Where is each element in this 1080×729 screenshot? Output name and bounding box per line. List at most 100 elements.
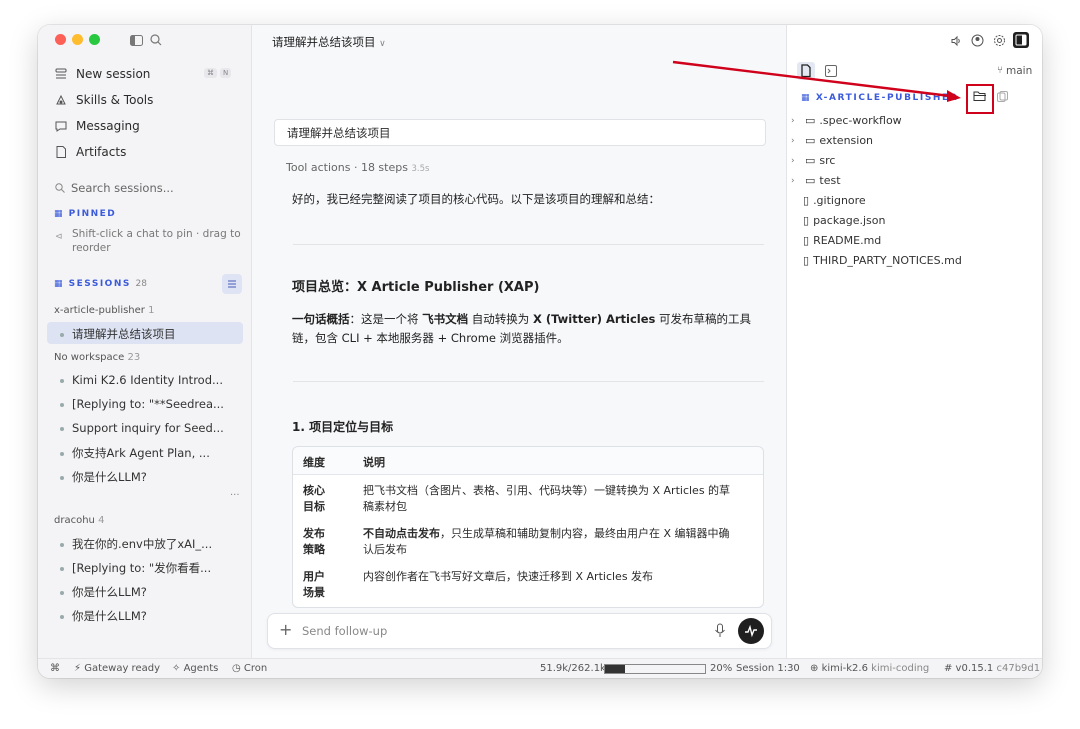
chevron-right-icon: › <box>791 175 795 186</box>
copy-icon[interactable] <box>997 91 1008 102</box>
tree-file[interactable]: ▯ .gitignore <box>803 194 866 207</box>
search-input[interactable]: Search sessions... <box>71 181 174 195</box>
file-icon <box>801 64 811 78</box>
chevron-right-icon: › <box>791 155 795 166</box>
sessions-label: ▦ SESSIONS 28 <box>54 279 147 289</box>
session-item[interactable]: Support inquiry for Seed... <box>60 421 224 435</box>
session-item[interactable]: 你支持Ark Agent Plan, ... <box>60 445 210 461</box>
project-name: ▦ X-ARTICLE-PUBLISHER <box>801 93 959 103</box>
close-window-button[interactable] <box>55 34 66 45</box>
tree-folder[interactable]: › ▭ .spec-workflow <box>791 114 902 127</box>
session-title-dropdown[interactable]: 请理解并总结该项目 ∨ <box>272 34 386 50</box>
section-heading: 1. 项目定位与目标 <box>292 420 394 434</box>
files-tab[interactable] <box>797 62 815 80</box>
session-item[interactable]: 你是什么LLM? <box>60 608 147 624</box>
tree-file[interactable]: ▯ package.json <box>803 214 886 227</box>
model-selector[interactable]: ⊕ kimi-k2.6 kimi-coding <box>810 663 929 674</box>
more-sessions-button[interactable]: ... <box>230 487 240 498</box>
search-icon[interactable] <box>150 34 162 46</box>
file-explorer-panel: ⑂ main ▦ X-ARTICLE-PUBLISHER › ▭ .spec-work… <box>786 25 1042 658</box>
list-icon <box>228 280 236 288</box>
git-branch[interactable]: ⑂ main <box>997 65 1032 77</box>
tree-folder[interactable]: › ▭ extension <box>791 134 873 147</box>
file-icon: ▯ <box>803 194 810 207</box>
table-row-key: 核心 目标 <box>303 484 325 513</box>
gear-icon[interactable] <box>993 34 1006 47</box>
tree-folder[interactable]: › ▭ test <box>791 174 841 187</box>
overview-heading: 项目总览：X Article Publisher (XAP) <box>292 280 540 295</box>
token-usage: 51.9k/262.1k <box>540 663 606 674</box>
table-row-value: 内容创作者在飞书写好文章后，快速迁移到 X Articles 发布 <box>363 570 654 583</box>
folder-icon: ▭ <box>805 114 816 127</box>
annotation-highlight-box <box>966 84 994 114</box>
messaging-button[interactable]: Messaging <box>54 119 140 133</box>
app-window: New session ⌘ N Skills & Tools Messaging… <box>38 25 1042 678</box>
account-icon[interactable] <box>971 34 984 47</box>
folder-icon: ▭ <box>805 154 816 167</box>
workspace-group-label: No workspace 23 <box>54 352 141 363</box>
message-icon <box>54 119 68 133</box>
session-item[interactable]: Kimi K2.6 Identity Introd... <box>60 373 223 387</box>
divider <box>293 381 764 382</box>
sidebar-toggle-icon[interactable] <box>130 35 143 46</box>
minimize-window-button[interactable] <box>72 34 83 45</box>
session-list-view-button[interactable] <box>222 274 242 294</box>
shortcut-badge: N <box>220 68 232 78</box>
pinned-hint: Shift-click a chat to pin · drag to reor… <box>72 228 241 254</box>
file-icon: ▯ <box>803 234 810 247</box>
session-item[interactable]: [Replying to: "发你看看... <box>60 560 211 576</box>
workspace-group-label: x-article-publisher 1 <box>54 305 155 316</box>
table-row-value: 不自动点击发布，只生成草稿和辅助复制内容，最终由用户在 X 编辑器中确 认后发布 <box>363 527 730 556</box>
folder-icon: ▭ <box>805 174 816 187</box>
shortcut-badge: ⌘ <box>204 68 217 78</box>
tool-actions-toggle[interactable]: Tool actions · 18 steps 3.5s <box>286 161 429 174</box>
chevron-down-icon: ∨ <box>379 39 386 49</box>
branch-icon: ⑂ <box>997 65 1003 76</box>
cron-button[interactable]: ◷ Cron <box>232 663 267 674</box>
tree-file[interactable]: ▯ THIRD_PARTY_NOTICES.md <box>803 254 962 267</box>
divider <box>293 244 764 245</box>
workspace-group-label: dracohu 4 <box>54 515 105 526</box>
session-item[interactable]: 你是什么LLM? <box>60 584 147 600</box>
zoom-window-button[interactable] <box>89 34 100 45</box>
session-item[interactable]: 我在你的.env中放了xAI_... <box>60 536 212 552</box>
gateway-status[interactable]: ⚡ Gateway ready <box>74 663 160 674</box>
send-button[interactable] <box>738 618 764 644</box>
skills-icon <box>54 93 68 107</box>
skills-tools-button[interactable]: Skills & Tools <box>54 93 153 107</box>
table-row-value: 把飞书文档（含图片、表格、引用、代码块等）一键转换为 X Articles 的草… <box>363 484 731 513</box>
usage-bar-fill <box>605 665 625 673</box>
tree-file[interactable]: ▯ README.md <box>803 234 881 247</box>
artifacts-button[interactable]: Artifacts <box>54 145 126 159</box>
panel-toggle-icon[interactable] <box>1013 32 1029 48</box>
artifacts-icon <box>54 145 68 159</box>
terminal-icon <box>825 65 837 77</box>
folder-icon: ▭ <box>805 134 816 147</box>
search-icon <box>55 183 65 193</box>
session-item[interactable]: 你是什么LLM? <box>60 469 147 485</box>
reply-intro: 好的，我已经完整阅读了项目的核心代码。以下是该项目的理解和总结： <box>292 192 660 206</box>
user-message: 请理解并总结该项目 <box>274 119 766 146</box>
tree-folder[interactable]: › ▭ src <box>791 154 835 167</box>
agents-button[interactable]: ✧ Agents <box>172 663 218 674</box>
waveform-icon <box>745 624 757 638</box>
file-icon: ▯ <box>803 214 810 227</box>
microphone-icon[interactable] <box>714 623 726 639</box>
new-session-button[interactable]: New session <box>54 67 150 81</box>
plus-icon[interactable]: + <box>279 622 292 638</box>
session-item[interactable]: 请理解并总结该项目 <box>60 326 176 342</box>
follow-up-input[interactable]: Send follow-up <box>302 624 387 638</box>
session-search[interactable]: Search sessions... <box>55 181 174 195</box>
version: # v0.15.1 c47b9d1 <box>944 663 1041 674</box>
session-item[interactable]: [Replying to: "**Seedrea... <box>60 397 224 411</box>
command-icon[interactable]: ⌘ <box>50 663 60 674</box>
sidebar: New session ⌘ N Skills & Tools Messaging… <box>38 25 252 658</box>
composer: + Send follow-up <box>267 613 772 649</box>
session-timer: Session 1:30 <box>736 663 800 674</box>
volume-icon[interactable] <box>950 35 962 47</box>
pinned-label: ▦ PINNED <box>54 209 117 219</box>
terminal-tab[interactable] <box>825 65 837 77</box>
chevron-right-icon: › <box>791 135 795 146</box>
new-session-icon <box>54 67 68 81</box>
table-row-key: 发布 策略 <box>303 527 325 556</box>
